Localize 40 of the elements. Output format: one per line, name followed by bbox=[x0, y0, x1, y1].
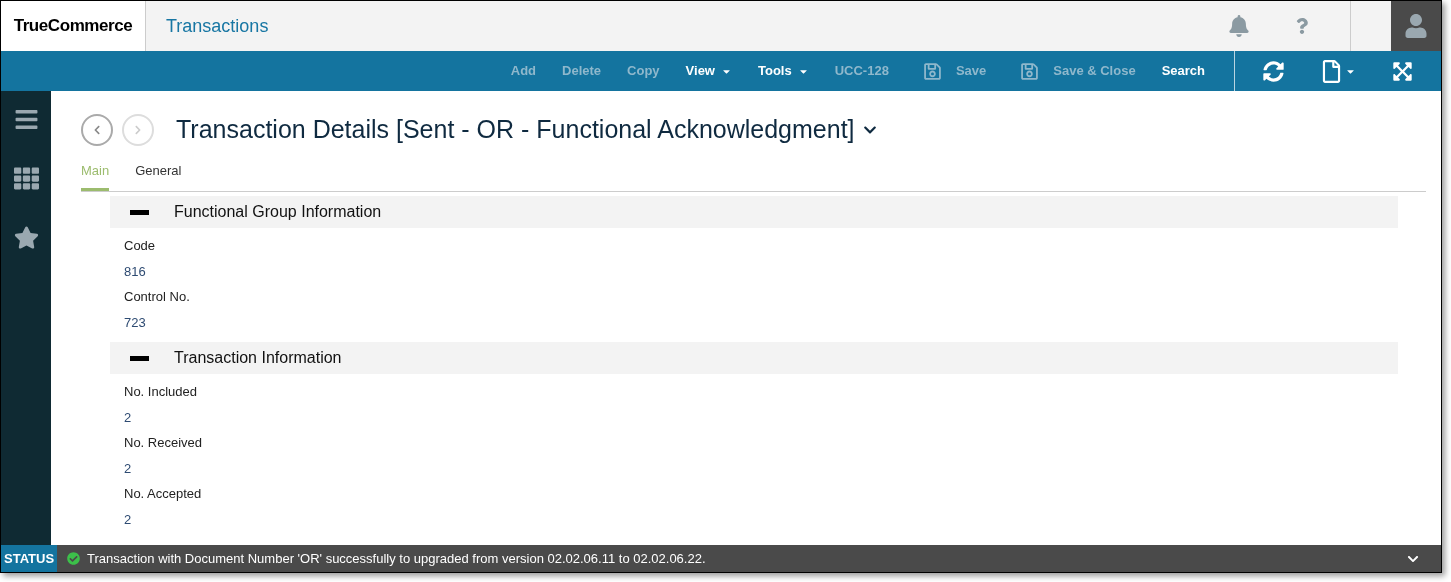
page-heading: Transaction Details [Sent - OR - Functional Acknowledgment] bbox=[176, 114, 855, 145]
toolbar-button[interactable]: View bbox=[672, 61, 745, 81]
field-label: No. Received bbox=[124, 434, 204, 452]
field-value: 2 bbox=[124, 510, 133, 529]
chevron-left-icon bbox=[92, 124, 102, 135]
field-label: Control No. bbox=[124, 288, 191, 306]
document-icon bbox=[1320, 59, 1343, 83]
toolbar-button[interactable]: Search bbox=[1148, 61, 1218, 81]
save-icon bbox=[1020, 61, 1040, 81]
status-message: Transaction with Document Number 'OR' successfully to upgraded from version 02.02.06.11 to 02.02.06.22. bbox=[87, 549, 707, 568]
section-title: Functional Group Information bbox=[174, 202, 382, 222]
grid-icon[interactable] bbox=[13, 166, 39, 191]
success-icon bbox=[67, 552, 81, 565]
user-button[interactable] bbox=[1391, 1, 1441, 51]
field-value: 2 bbox=[124, 459, 133, 478]
star-icon[interactable] bbox=[13, 225, 39, 250]
field-value: 816 bbox=[124, 262, 147, 281]
save-icon bbox=[922, 61, 942, 81]
page-title: Transactions bbox=[166, 14, 269, 38]
collapse-button[interactable] bbox=[130, 209, 149, 215]
section-header[interactable]: Functional Group Information bbox=[110, 196, 1398, 228]
fullscreen-icon[interactable] bbox=[1392, 60, 1413, 82]
menu-icon[interactable] bbox=[13, 107, 39, 132]
user-icon bbox=[1404, 14, 1428, 38]
chevron-right-icon bbox=[133, 124, 143, 135]
field-label: No. Accepted bbox=[124, 485, 203, 503]
section-title: Transaction Information bbox=[174, 348, 342, 368]
document-menu-button[interactable] bbox=[1320, 59, 1356, 83]
collapse-button[interactable] bbox=[130, 355, 149, 361]
toolbar-button[interactable]: Tools bbox=[745, 61, 822, 81]
field-label: No. Included bbox=[124, 383, 198, 401]
section-header[interactable]: Transaction Information bbox=[110, 342, 1398, 374]
help-icon[interactable] bbox=[1294, 18, 1310, 34]
tab[interactable]: General bbox=[135, 156, 182, 191]
bell-icon[interactable] bbox=[1228, 15, 1250, 37]
field-value: 723 bbox=[124, 313, 147, 332]
field-value: 2 bbox=[124, 408, 133, 427]
field-label: Code bbox=[124, 237, 157, 255]
status-label: STATUS bbox=[1, 545, 58, 572]
refresh-icon[interactable] bbox=[1263, 60, 1284, 82]
